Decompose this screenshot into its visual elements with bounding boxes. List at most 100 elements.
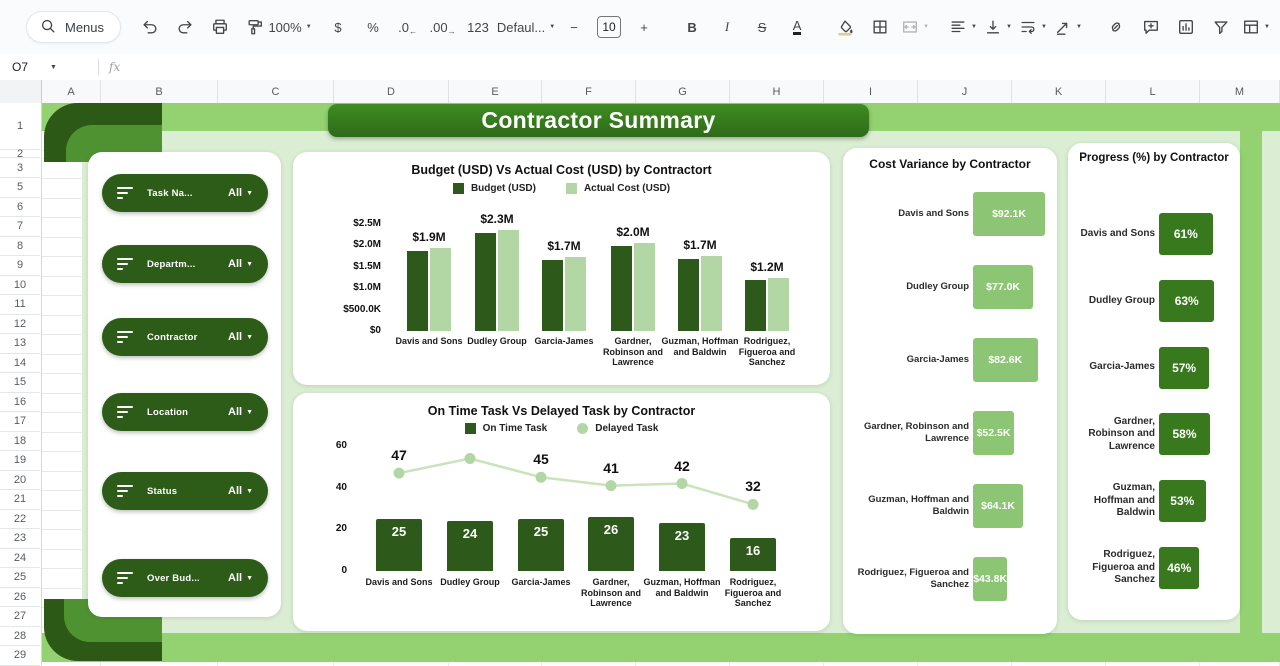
- row-header-9[interactable]: 9: [0, 256, 40, 276]
- corner-cell[interactable]: [0, 80, 42, 103]
- row-header-26[interactable]: 26: [0, 588, 40, 608]
- font-select[interactable]: Defaul...▼: [510, 13, 542, 41]
- column-header-L[interactable]: L: [1106, 80, 1200, 103]
- filter-slicer-taskna[interactable]: Task Na...All▼: [102, 174, 268, 212]
- row-header-23[interactable]: 23: [0, 529, 40, 549]
- fill-color-icon: [836, 18, 854, 36]
- undo-button[interactable]: [134, 13, 166, 41]
- row-header-2[interactable]: 2: [0, 150, 40, 158]
- fill-color-button[interactable]: [829, 13, 861, 41]
- row-header-13[interactable]: 13: [0, 334, 40, 354]
- column-header-A[interactable]: A: [42, 80, 101, 103]
- column-header-D[interactable]: D: [334, 80, 449, 103]
- row-header-25[interactable]: 25: [0, 568, 40, 588]
- row-header-29[interactable]: 29: [0, 646, 40, 666]
- filter-slicer-departm[interactable]: Departm...All▼: [102, 245, 268, 283]
- hbar-value-label: 63%: [1159, 294, 1214, 308]
- font-size-input[interactable]: 10: [597, 16, 621, 38]
- column-header-E[interactable]: E: [449, 80, 542, 103]
- column-header-K[interactable]: K: [1012, 80, 1106, 103]
- category-label: Guzman, Hoffman and Baldwin: [643, 577, 721, 598]
- hbar-category-label: Rodriguez, Figueroa and Sanchez: [849, 555, 969, 603]
- bold-button[interactable]: B: [676, 13, 708, 41]
- table-icon: [1242, 18, 1260, 36]
- filter-slicer-contractor[interactable]: ContractorAll▼: [102, 318, 268, 356]
- column-header-C[interactable]: C: [218, 80, 334, 103]
- row-header-10[interactable]: 10: [0, 276, 40, 296]
- column-header-G[interactable]: G: [636, 80, 730, 103]
- column-header-F[interactable]: F: [542, 80, 636, 103]
- vertical-align-button[interactable]: ▼: [982, 13, 1014, 41]
- column-header-label: G: [678, 86, 687, 98]
- text-color-button[interactable]: A: [781, 13, 813, 41]
- legend-label: Actual Cost (USD): [584, 183, 670, 194]
- row-header-1[interactable]: 1: [0, 103, 40, 150]
- insert-chart-button[interactable]: [1170, 13, 1202, 41]
- row-header-20[interactable]: 20: [0, 471, 40, 491]
- toolbar: Menus 100%▼ $%.0←.00→123 Defaul...▼−10 + BISA…: [0, 0, 1280, 54]
- filter-slicer-location[interactable]: LocationAll▼: [102, 393, 268, 431]
- create-filter-button[interactable]: [1205, 13, 1237, 41]
- row-header-22[interactable]: 22: [0, 510, 40, 530]
- formula-input[interactable]: [120, 54, 1280, 80]
- format-currency-button[interactable]: $: [322, 13, 354, 41]
- filter-slicer-status[interactable]: StatusAll▼: [102, 472, 268, 510]
- text-rotation-button[interactable]: ▼: [1052, 13, 1084, 41]
- chart-title: Cost Variance by Contractor: [843, 157, 1057, 171]
- menus-button[interactable]: Menus: [26, 11, 121, 43]
- italic-button[interactable]: I: [711, 13, 743, 41]
- row-header-16[interactable]: 16: [0, 393, 40, 413]
- row-header-12[interactable]: 12: [0, 315, 40, 335]
- functions-button[interactable]: Σ: [1275, 13, 1280, 41]
- column-header-I[interactable]: I: [824, 80, 918, 103]
- column-header-H[interactable]: H: [730, 80, 824, 103]
- column-header-B[interactable]: B: [101, 80, 218, 103]
- table-views-button[interactable]: ▼: [1240, 13, 1272, 41]
- print-button[interactable]: [204, 13, 236, 41]
- row-header-11[interactable]: 11: [0, 295, 40, 315]
- font-size-input[interactable]: 10: [593, 13, 625, 41]
- row-header-3[interactable]: 3: [0, 158, 40, 178]
- row-header-14[interactable]: 14: [0, 354, 40, 374]
- dashboard-bottom-band: [41, 633, 1280, 662]
- dashboard-right-strip: [1240, 103, 1262, 655]
- zoom-select[interactable]: 100%▼: [274, 13, 306, 41]
- column-header-M[interactable]: M: [1200, 80, 1280, 103]
- row-header-24[interactable]: 24: [0, 549, 40, 569]
- font-size-decrease-button[interactable]: −: [558, 13, 590, 41]
- link-icon: [1107, 18, 1125, 36]
- chevron-down-icon: ▼: [246, 575, 253, 582]
- bar-value-label: 25: [518, 524, 564, 539]
- number-format-button[interactable]: 123: [462, 13, 494, 41]
- row-header-17[interactable]: 17: [0, 412, 40, 432]
- increase-decimal-button[interactable]: .00→: [427, 13, 459, 41]
- strikethrough-button[interactable]: S: [746, 13, 778, 41]
- font-size-increase-button[interactable]: +: [628, 13, 660, 41]
- borders-button[interactable]: [864, 13, 896, 41]
- hbar-value-label: $77.0K: [973, 281, 1033, 293]
- insert-comment-button[interactable]: [1135, 13, 1167, 41]
- row-header-6[interactable]: 6: [0, 198, 40, 218]
- row-header-15[interactable]: 15: [0, 373, 40, 393]
- name-box-caret-icon[interactable]: ▼: [50, 64, 57, 71]
- merge-cells-button[interactable]: ▼: [899, 13, 931, 41]
- row-header-7[interactable]: 7: [0, 217, 40, 237]
- text-wrap-button[interactable]: ▼: [1017, 13, 1049, 41]
- insert-link-button[interactable]: [1100, 13, 1132, 41]
- row-header-21[interactable]: 21: [0, 490, 40, 510]
- row-header-18[interactable]: 18: [0, 432, 40, 452]
- filter-slicer-overbud[interactable]: Over Bud...All▼: [102, 559, 268, 597]
- row-header-27[interactable]: 27: [0, 607, 40, 627]
- horizontal-align-button[interactable]: ▼: [947, 13, 979, 41]
- row-header-8[interactable]: 8: [0, 237, 40, 257]
- row-header-28[interactable]: 28: [0, 627, 40, 647]
- hbar-category-label: Garcia-James: [849, 336, 969, 384]
- row-header-19[interactable]: 19: [0, 451, 40, 471]
- row-header-5[interactable]: 5: [0, 178, 40, 198]
- redo-button[interactable]: [169, 13, 201, 41]
- format-percent-button[interactable]: %: [357, 13, 389, 41]
- paint-format-button[interactable]: [239, 13, 271, 41]
- decrease-decimal-button[interactable]: .0←: [392, 13, 424, 41]
- name-box[interactable]: O7 ▼: [0, 60, 98, 74]
- column-header-J[interactable]: J: [918, 80, 1012, 103]
